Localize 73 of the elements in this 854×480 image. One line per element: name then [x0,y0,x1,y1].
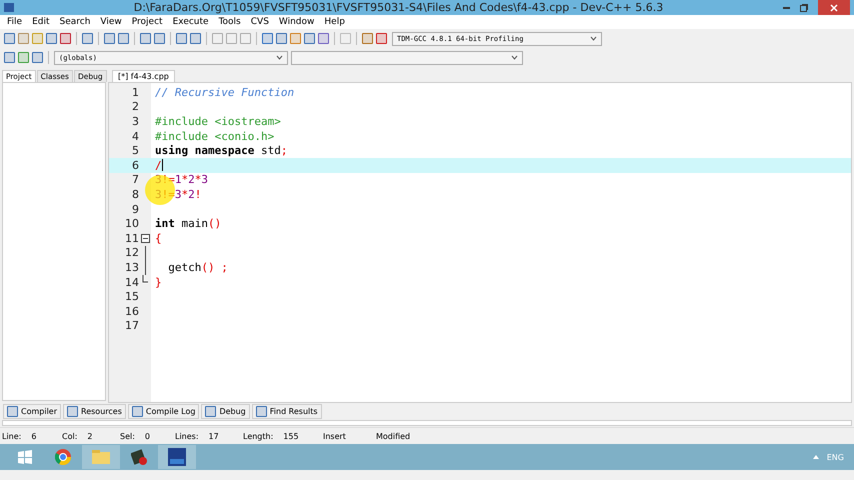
code-line: using namespace std; [154,143,288,158]
line-number: 17 [125,319,139,332]
tray-arrow-icon[interactable] [812,455,819,459]
line-number: 14 [125,276,139,289]
menu-item[interactable]: Window [274,17,320,27]
code-line: / [154,158,163,173]
line-number: 7 [132,173,139,186]
line-number: 13 [125,260,139,274]
ide-icon[interactable] [168,448,186,466]
panel-tab[interactable]: Compile Log [128,404,200,418]
line-number: 4 [132,130,139,143]
code-line: #include <iostream> [154,114,281,129]
status-label: Length: [243,432,274,440]
menu-item[interactable]: CVS [246,17,274,27]
menu-item[interactable]: File [2,17,28,27]
minimize-icon[interactable] [783,6,790,8]
windows-logo-icon[interactable] [18,450,32,464]
panel-tab[interactable]: Compiler [3,404,62,418]
code-line: { [154,230,162,246]
window-title: D:\FaraDars.Org\T1059\FVSFT95031\FVSFT95031-S4\Files And Codes\f4-43.cpp - Dev-C++ 5.6.3 [132,1,664,14]
status-label: Modified [376,432,410,440]
line-number: 2 [132,100,139,114]
menu-item[interactable]: Execute [168,17,214,27]
menu-item[interactable]: Project [126,17,168,27]
status-value: 155 [283,432,299,440]
line-number: 8 [132,188,139,201]
chevron-icon [276,55,283,60]
code-line: } [154,274,162,290]
code-line: // Recursive Function [154,85,294,100]
file-tab[interactable]: [*] f4-43.cpp [112,70,175,82]
browser-icon[interactable] [55,449,71,465]
code-line: getch() ; [167,260,228,275]
member-select[interactable] [291,50,523,64]
status-label: Insert [323,432,346,440]
restore-icon[interactable] [800,4,808,12]
line-number: 5 [132,144,139,158]
menu-item[interactable]: Tools [214,17,246,27]
line-number: 3 [132,114,139,128]
panel-tab[interactable]: Debug [201,404,250,418]
line-number: 16 [125,304,139,318]
chevron-icon [590,36,597,41]
menu-item[interactable]: Search [54,17,96,27]
status-label: Col: [62,432,78,440]
app-icon [4,3,14,12]
menu-item[interactable]: Help [319,17,350,27]
status-value: 17 [208,432,219,440]
menu-item[interactable]: View [95,17,127,27]
status-value: 2 [87,432,92,440]
menu-item[interactable]: Edit [27,17,54,27]
line-number: 10 [125,217,139,230]
status-value: 6 [31,432,36,440]
code-line: #include <conio.h> [154,128,274,144]
close-button[interactable] [818,0,850,15]
panel-tab[interactable]: Resources [63,404,126,418]
line-number: 1 [132,86,139,99]
fold-end-mark [142,274,148,283]
line-number: 9 [132,202,139,216]
fold-toggle-icon[interactable] [140,234,150,243]
close-icon [830,4,838,12]
text-caret [162,159,163,172]
code-line: int main() [154,216,222,231]
status-label: Lines: [175,432,199,440]
line-number: 12 [125,246,139,260]
status-label: Sel: [120,432,135,440]
status-label: Line: [2,432,22,440]
code-line: 3!=3*2! [154,187,202,202]
panel-tab[interactable]: Find Results [252,404,322,418]
status-value: 0 [144,432,150,440]
line-number: 15 [125,290,139,304]
chevron-icon [511,55,518,60]
app-icon[interactable] [131,449,147,465]
line-number: 6 [132,158,139,172]
line-number: 11 [125,232,139,245]
